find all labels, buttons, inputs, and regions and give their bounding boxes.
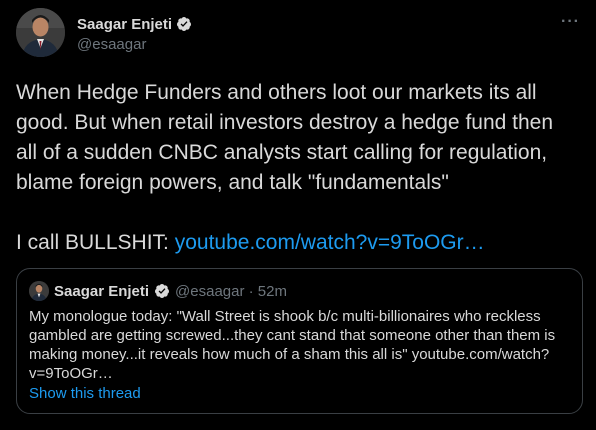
more-options-icon[interactable]: ··· xyxy=(561,14,580,30)
tweet-closing-line: I call BULLSHIT: youtube.com/watch?v=9To… xyxy=(16,228,582,258)
verified-badge-icon xyxy=(155,284,170,298)
tweet-card[interactable]: Saagar Enjeti @esaagar ··· When Hedge Fu… xyxy=(0,0,596,430)
quoted-line: gambled are getting screwed...they cant … xyxy=(29,327,556,344)
author-avatar[interactable] xyxy=(16,8,65,57)
author-display-name[interactable]: Saagar Enjeti xyxy=(77,16,172,33)
profile-photo-icon xyxy=(29,281,49,301)
quoted-tweet-text: My monologue today: "Wall Street is shoo… xyxy=(29,307,574,383)
verified-badge-icon xyxy=(177,17,192,31)
tweet-line: all of a sudden CNBC analysts start call… xyxy=(16,141,548,164)
tweet-line: blame foreign powers, and talk "fundamen… xyxy=(16,171,449,194)
quoted-author-avatar[interactable] xyxy=(29,281,49,301)
quoted-author-name[interactable]: Saagar Enjeti xyxy=(54,283,149,300)
youtube-link[interactable]: youtube.com/watch?v=9ToOGr… xyxy=(175,231,485,254)
author-handle[interactable]: @esaagar xyxy=(77,36,192,53)
quoted-tweet-header: Saagar Enjeti @esaagar · 52m xyxy=(29,281,287,301)
tweet-text: When Hedge Funders and others loot our m… xyxy=(16,78,582,258)
quoted-line: My monologue today: "Wall Street is shoo… xyxy=(29,308,541,325)
paragraph-break xyxy=(16,198,582,228)
quoted-line: v=9ToOGr… xyxy=(29,365,113,382)
quoted-handle-timestamp[interactable]: @esaagar · 52m xyxy=(175,283,287,300)
quoted-line: making money...it reveals how much of a … xyxy=(29,346,550,363)
tweet-line: good. But when retail investors destroy … xyxy=(16,111,554,134)
tweet-line: When Hedge Funders and others loot our m… xyxy=(16,81,537,104)
profile-photo-icon xyxy=(16,8,65,57)
quoted-tweet[interactable]: Saagar Enjeti @esaagar · 52m My monologu… xyxy=(16,268,583,414)
show-thread-link[interactable]: Show this thread xyxy=(29,385,141,402)
author-info: Saagar Enjeti @esaagar xyxy=(77,14,192,53)
closing-text: I call BULLSHIT: xyxy=(16,231,175,254)
